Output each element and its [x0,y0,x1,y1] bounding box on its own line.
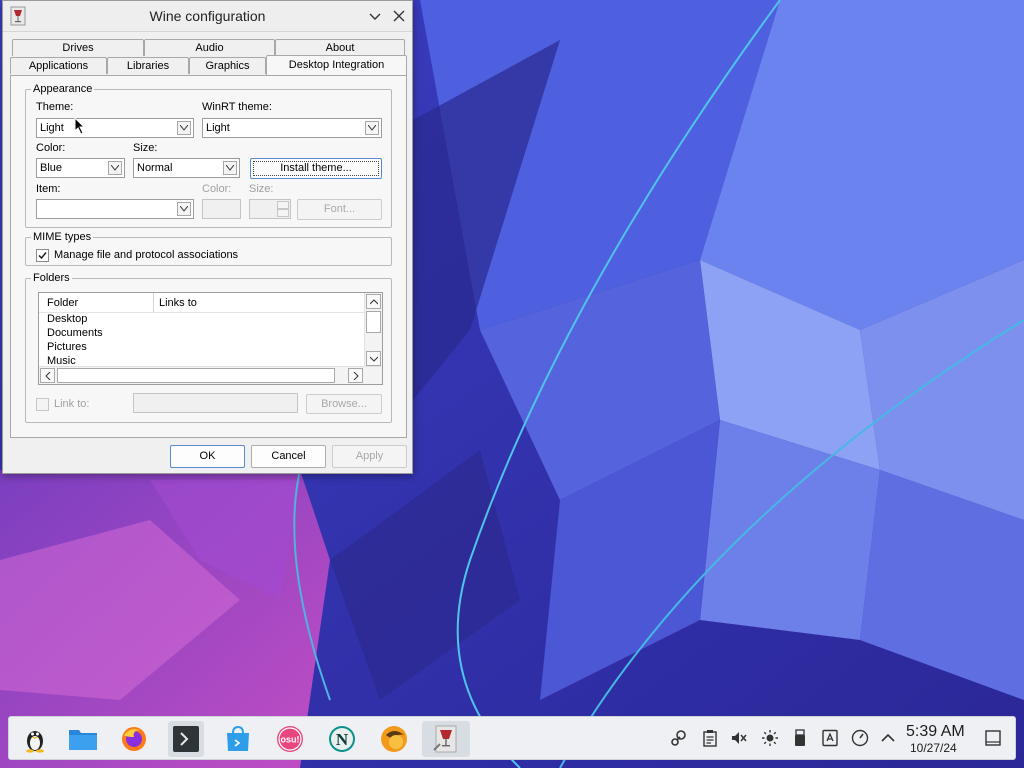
tab-graphics[interactable]: Graphics [189,57,266,74]
scroll-right-button[interactable] [348,368,363,383]
chevron-down-icon[interactable] [108,161,122,175]
wine-app-icon[interactable] [376,721,412,757]
tab-audio[interactable]: Audio [144,39,275,56]
mouse-cursor-icon [74,117,86,135]
font-button[interactable]: Font... [297,199,382,220]
folders-legend: Folders [31,272,72,284]
performance-icon[interactable] [851,729,869,747]
accessibility-icon[interactable] [821,729,839,747]
size-select-value: Normal [137,162,173,174]
manage-associations-checkbox[interactable] [36,249,49,262]
ok-button[interactable]: OK [170,445,245,468]
chevron-down-icon[interactable] [223,161,237,175]
netscape-logo-text: N [336,730,349,749]
clock-time[interactable]: 5:39 AM [906,723,965,741]
spin-arrows-icon[interactable] [277,201,289,217]
column-folder[interactable]: Folder [47,297,78,309]
chevron-right-icon [353,372,359,380]
apply-button[interactable]: Apply [332,445,407,468]
browse-button[interactable]: Browse... [306,394,382,414]
item-size-stepper[interactable] [249,199,291,219]
item-select[interactable] [36,199,194,219]
list-item[interactable]: Pictures [47,341,87,353]
chevron-down-icon[interactable] [177,121,191,135]
tab-about[interactable]: About [275,39,405,56]
column-links-to[interactable]: Links to [159,297,197,309]
volume-muted-icon[interactable] [730,729,748,747]
color-select[interactable]: Blue [36,158,125,178]
item-color-label: Color: [202,183,232,195]
chevron-left-icon [45,372,51,380]
link-to-checkbox[interactable] [36,398,49,411]
theme-select-value: Light [40,122,64,134]
size-select[interactable]: Normal [133,158,240,178]
column-separator[interactable] [153,293,154,312]
winrt-theme-value: Light [206,122,230,134]
terminal-icon[interactable] [168,721,204,757]
list-item[interactable]: Desktop [47,313,87,325]
horizontal-scroll-thumb[interactable] [57,368,335,383]
tray-expand-icon[interactable] [879,729,897,747]
scroll-down-button[interactable] [366,351,381,366]
brightness-icon[interactable] [761,729,779,747]
item-color-field[interactable] [202,199,241,219]
list-item[interactable]: Documents [47,327,103,339]
osu-icon[interactable]: osu! [272,721,308,757]
checkmark-icon [38,252,47,260]
theme-select[interactable]: Light [36,118,194,138]
focus-rectangle [253,161,379,176]
tab-desktop-integration[interactable]: Desktop Integration [266,55,407,75]
minimize-chevron-icon[interactable] [366,7,384,25]
file-manager-icon[interactable] [64,721,100,757]
tux-icon[interactable] [17,721,53,757]
chevron-up-icon [370,299,378,305]
chevron-down-icon[interactable] [177,202,191,216]
firefox-icon[interactable] [116,721,152,757]
mime-types-legend: MIME types [31,231,94,243]
tab-libraries[interactable]: Libraries [107,57,189,74]
color-select-value: Blue [40,162,63,174]
vertical-scrollbar[interactable] [364,293,382,368]
steam-icon[interactable] [670,729,688,747]
taskbar: osu! N 5:39 AM 10/27/24 [8,716,1016,760]
vertical-scroll-thumb[interactable] [366,311,381,333]
folders-list-header: Folder Links to [39,293,365,313]
clock-date[interactable]: 10/27/24 [910,741,957,755]
cancel-button[interactable]: Cancel [251,445,326,468]
wine-config-window: Wine configuration Drives Audio About Ap… [2,0,413,474]
winrt-theme-select[interactable]: Light [202,118,382,138]
scroll-left-button[interactable] [40,368,55,383]
chevron-down-icon[interactable] [365,121,379,135]
discover-store-icon[interactable] [220,721,256,757]
clipboard-icon[interactable] [701,729,719,747]
close-icon[interactable] [390,7,408,25]
scroll-up-button[interactable] [366,294,381,309]
usb-drive-icon[interactable] [791,729,809,747]
horizontal-scrollbar[interactable] [39,366,382,384]
winrt-theme-label: WinRT theme: [202,101,272,113]
wine-config-icon[interactable] [422,721,470,757]
item-label: Item: [36,183,61,195]
item-size-label: Size: [249,183,274,195]
appearance-legend: Appearance [31,83,95,95]
folders-list[interactable]: Folder Links to Desktop Documents Pictur… [38,292,383,385]
window-title: Wine configuration [149,8,266,24]
tab-applications[interactable]: Applications [10,57,107,74]
osu-logo-text: osu! [281,735,300,745]
netscape-icon[interactable]: N [324,721,360,757]
manage-associations-label[interactable]: Manage file and protocol associations [54,249,238,262]
theme-label: Theme: [36,101,74,113]
tab-drives[interactable]: Drives [12,39,144,56]
window-titlebar[interactable]: Wine configuration [3,1,412,32]
size-label: Size: [133,142,158,154]
link-to-label: Link to: [54,398,90,410]
install-theme-button[interactable]: Install theme... [250,158,382,179]
show-desktop-icon[interactable] [984,729,1002,747]
color-label: Color: [36,142,66,154]
chevron-down-icon [370,356,378,362]
link-to-field[interactable] [133,393,298,413]
